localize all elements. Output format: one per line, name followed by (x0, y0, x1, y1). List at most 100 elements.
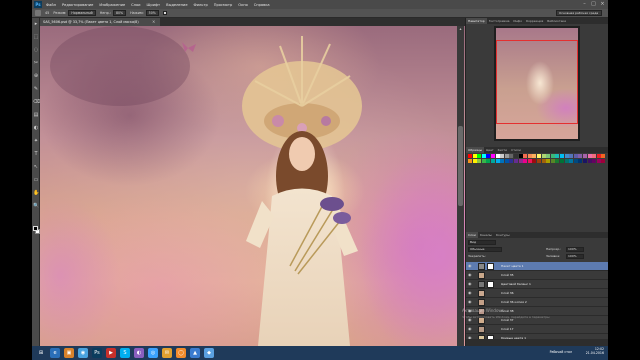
swatch[interactable] (592, 159, 597, 163)
hand-tool-icon[interactable]: ✋ (33, 190, 39, 196)
menu-edit[interactable]: Редактирование (62, 3, 93, 7)
layer-row[interactable]: ◉ Слой 17 (466, 325, 608, 334)
tab-channels[interactable]: Каналы (478, 232, 494, 238)
layer-thumbnail[interactable] (478, 281, 485, 288)
path-select-tool-icon[interactable]: ↖ (33, 164, 39, 170)
flow-field[interactable]: 50% (145, 10, 159, 16)
swatch[interactable] (573, 154, 578, 158)
visibility-eye-icon[interactable]: ◉ (468, 273, 472, 277)
swatch[interactable] (472, 154, 477, 158)
swatch[interactable] (481, 154, 486, 158)
swatch[interactable] (564, 154, 569, 158)
layer-row[interactable]: ◉ Слой 36 копия 2 (466, 298, 608, 307)
taskbar-app-icon[interactable]: ◐ (134, 348, 144, 358)
layer-mask-thumbnail[interactable] (487, 281, 494, 288)
swatch[interactable] (596, 159, 601, 163)
swatch[interactable] (504, 159, 509, 163)
layer-kind-filter[interactable]: Вид (468, 240, 496, 245)
layer-thumbnail[interactable] (478, 263, 485, 270)
tab-histogram[interactable]: Гистограмма (487, 18, 512, 24)
layer-row[interactable]: ◉ Пакет цвета 1 (466, 262, 608, 271)
layer-opacity-field[interactable]: 100% (566, 247, 584, 252)
swatch[interactable] (564, 159, 569, 163)
menu-image[interactable]: Изображение (99, 3, 125, 7)
close-document-icon[interactable]: × (152, 18, 155, 26)
document-canvas[interactable] (40, 26, 465, 346)
swatch[interactable] (601, 159, 606, 163)
swatch[interactable] (587, 159, 592, 163)
document-tab[interactable]: SAS_5606.psd @ 33,7% (Пакет цвета 1, Сло… (40, 18, 160, 26)
maximize-button[interactable]: □ (590, 1, 597, 7)
menu-filter[interactable]: Фильтр (194, 3, 208, 7)
swatch[interactable] (569, 159, 574, 163)
swatch[interactable] (514, 154, 518, 158)
swatch[interactable] (560, 154, 564, 158)
healing-tool-icon[interactable]: ⊕ (33, 73, 39, 79)
layer-thumbnail[interactable] (478, 299, 485, 306)
swatch[interactable] (555, 159, 560, 163)
swatch[interactable] (569, 154, 574, 158)
swatch[interactable] (546, 159, 551, 163)
tab-styles[interactable]: Стили (509, 147, 523, 153)
visibility-eye-icon[interactable]: ◉ (468, 264, 472, 268)
tray-desktop-label[interactable]: Рабочий стол (550, 350, 572, 354)
shape-tool-icon[interactable]: ▭ (33, 177, 39, 183)
swatch[interactable] (523, 154, 528, 158)
taskbar-app-icon[interactable]: ▲ (190, 348, 200, 358)
menu-view[interactable]: Просмотр (214, 3, 232, 7)
brush-tool-icon[interactable]: ✎ (33, 86, 39, 92)
swatch[interactable] (592, 154, 597, 158)
dodge-tool-icon[interactable]: ◐ (33, 125, 39, 131)
gradient-tool-icon[interactable]: ▤ (33, 112, 39, 118)
visibility-eye-icon[interactable]: ◉ (468, 327, 472, 331)
taskbar-app-icon[interactable]: e (50, 348, 60, 358)
swatch[interactable] (555, 154, 560, 158)
crop-tool-icon[interactable]: ✂ (33, 60, 39, 66)
swatch[interactable] (491, 159, 495, 163)
swatch[interactable] (500, 159, 505, 163)
layer-row[interactable]: ◉ Слой 35 (466, 271, 608, 280)
menu-layer[interactable]: Слои (131, 3, 140, 7)
swatch[interactable] (514, 159, 518, 163)
swatch[interactable] (468, 159, 472, 163)
swatch[interactable] (578, 154, 583, 158)
swatch[interactable] (468, 154, 472, 158)
layer-thumbnail[interactable] (478, 290, 485, 297)
visibility-eye-icon[interactable]: ◉ (468, 282, 472, 286)
swatch[interactable] (601, 154, 606, 158)
swatch[interactable] (560, 159, 564, 163)
taskbar-app-icon[interactable]: ▶ (106, 348, 116, 358)
swatch[interactable] (587, 154, 592, 158)
swatch[interactable] (550, 154, 555, 158)
taskbar-app-icon[interactable]: ◆ (204, 348, 214, 358)
swatch[interactable] (546, 154, 551, 158)
layer-thumbnail[interactable] (478, 326, 485, 333)
layer-thumbnail[interactable] (478, 272, 485, 279)
swatch[interactable] (481, 159, 486, 163)
swatch[interactable] (491, 154, 495, 158)
swatch[interactable] (472, 159, 477, 163)
tab-swatches[interactable]: Образцы (466, 147, 484, 153)
swatch[interactable] (573, 159, 578, 163)
swatch[interactable] (583, 159, 587, 163)
brush-size-label[interactable]: 45 (45, 11, 49, 15)
swatch[interactable] (509, 159, 514, 163)
tab-navigator[interactable]: Навигатор (466, 18, 487, 24)
type-tool-icon[interactable]: T (33, 151, 39, 157)
swatch[interactable] (509, 154, 514, 158)
menu-file[interactable]: Файл (46, 3, 56, 7)
scroll-thumb[interactable] (458, 126, 463, 206)
move-tool-icon[interactable]: ▸ (33, 21, 39, 27)
brush-preset-icon[interactable] (35, 10, 41, 16)
menu-select[interactable]: Выделение (166, 3, 187, 7)
tab-adjustments[interactable]: Коррекция (524, 18, 545, 24)
close-window-button[interactable]: × (599, 1, 606, 7)
menu-window[interactable]: Окно (238, 3, 248, 7)
scroll-up-icon[interactable]: ▴ (457, 26, 464, 32)
taskbar-app-icon[interactable]: ◎ (148, 348, 158, 358)
swatch[interactable] (500, 154, 505, 158)
layer-row[interactable]: ◉ Слой 36 (466, 289, 608, 298)
swatch[interactable] (486, 159, 491, 163)
swatch[interactable] (596, 154, 601, 158)
workspace-select[interactable]: Основная рабочая среда (556, 10, 602, 16)
